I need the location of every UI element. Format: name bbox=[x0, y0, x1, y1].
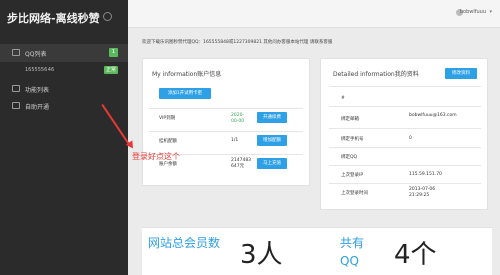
list-icon bbox=[12, 49, 20, 56]
members-value: 3人 bbox=[240, 240, 283, 270]
last-login-ip-label: 上次登录IP bbox=[341, 173, 364, 178]
sidebar-item-label: 自助开通 bbox=[25, 104, 50, 111]
email-label: 绑定邮箱 bbox=[341, 117, 359, 122]
qq-account-label: 1655556 46 bbox=[25, 67, 55, 73]
document-icon bbox=[12, 102, 20, 109]
qq-label: 绑定QQ bbox=[341, 155, 358, 160]
email-value: bobwlfuuu@163.com bbox=[409, 113, 457, 118]
sidebar-item-label: QQ列表 bbox=[25, 51, 47, 58]
divider bbox=[329, 128, 481, 129]
sidebar-item-label: 功能列表 bbox=[25, 87, 50, 94]
settings-icon[interactable] bbox=[103, 12, 112, 21]
add-trial-card-button[interactable]: 添加1开试用卡密 bbox=[159, 88, 211, 99]
balance-value: 2147483647元 bbox=[231, 158, 252, 169]
divider bbox=[329, 165, 481, 166]
qq-count-value: 4个 bbox=[394, 240, 437, 270]
notice-text: 欢迎下载乐讯图秒赞代理QQ：165555848或1227309821 其他问办客… bbox=[142, 40, 333, 45]
detailed-info-panel: Detailed information我的资料 修改资料 # 绑定邮箱 bob… bbox=[320, 58, 488, 210]
account-info-panel: My information账户信息 添加1开试用卡密 VIP到期 2020-0… bbox=[142, 58, 310, 186]
recharge-button[interactable]: 马上充值 bbox=[257, 158, 287, 169]
increase-quota-button[interactable]: 增加配额 bbox=[257, 135, 287, 146]
last-login-ip-value: 115.59.151.70 bbox=[409, 172, 442, 177]
qq-count-label: 共有QQ bbox=[340, 236, 365, 268]
phone-value: 0 bbox=[409, 136, 412, 141]
members-label: 网站总会员数 bbox=[148, 236, 221, 250]
vip-expiry-label: VIP到期 bbox=[159, 116, 176, 121]
sidebar-subitem-qq-account[interactable]: 1655556 46 正常 bbox=[0, 62, 128, 78]
renew-button[interactable]: 开通续费 bbox=[257, 112, 287, 123]
annotation-text: 登录好点这个 bbox=[132, 152, 180, 161]
divider bbox=[149, 108, 303, 109]
phone-label: 绑定手机号 bbox=[341, 137, 364, 142]
sidebar: 步比网络-离线秒赞 QQ列表 1 1655556 46 正常 功能列表 自助开通 bbox=[0, 0, 128, 275]
sidebar-item-features[interactable]: 功能列表 bbox=[0, 80, 128, 98]
sidebar-item-qq-list[interactable]: QQ列表 1 bbox=[0, 44, 128, 62]
quota-label: 挂机配额 bbox=[159, 139, 177, 144]
divider bbox=[329, 86, 481, 87]
stats-bar: 网站总会员数 3人 共有QQ 4个 bbox=[142, 227, 492, 275]
divider bbox=[329, 183, 481, 184]
brand-title: 步比网络-离线秒赞 bbox=[7, 12, 100, 25]
vip-expiry-value: 2020-00-00 bbox=[231, 113, 245, 124]
monitor-icon bbox=[12, 85, 20, 92]
status-badge: 正常 bbox=[103, 66, 118, 74]
top-bar: bobwlfuuu ▾ bbox=[128, 0, 500, 28]
last-login-time-value: 2013-07-06 21:29:25 bbox=[409, 187, 436, 198]
divider bbox=[329, 147, 481, 148]
chevron-down-icon[interactable]: ▾ bbox=[489, 9, 492, 15]
count-badge: 1 bbox=[108, 48, 118, 57]
panel-title: My information账户信息 bbox=[152, 71, 222, 78]
panel-title: Detailed information我的资料 bbox=[333, 71, 419, 78]
edit-profile-button[interactable]: 修改资料 bbox=[445, 68, 477, 79]
username[interactable]: bobwlfuuu bbox=[460, 9, 486, 15]
divider bbox=[149, 131, 303, 132]
last-login-time-label: 上次登录时间 bbox=[341, 191, 368, 196]
divider bbox=[329, 106, 481, 107]
quota-value: 1/1 bbox=[231, 138, 239, 143]
hash-header: # bbox=[341, 96, 345, 101]
